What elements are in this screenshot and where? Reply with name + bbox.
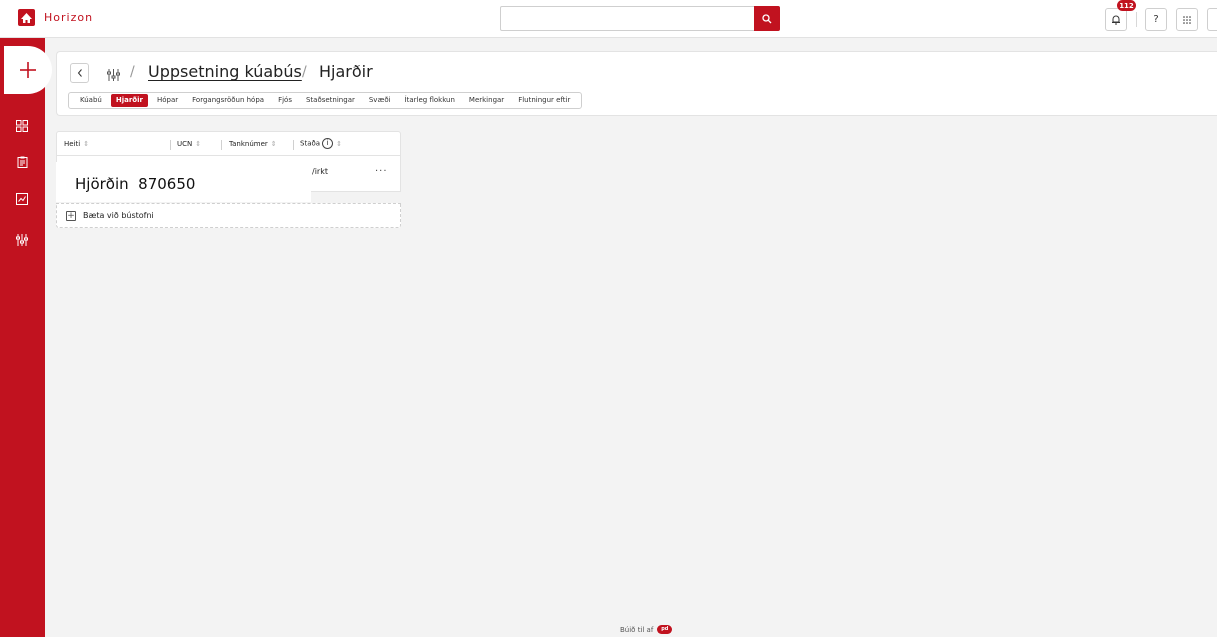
user-menu-button[interactable] [1207,8,1217,31]
column-header-status[interactable]: Staða i ⇕ [300,138,342,149]
sidebar [0,38,45,637]
vendor-logo-icon: pd [657,625,673,634]
column-header-tank-number[interactable]: Tanknúmer ⇕ [229,140,277,148]
column-divider [170,140,171,150]
notifications-button[interactable] [1105,8,1127,31]
tab-labels[interactable]: Merkingar [464,94,509,107]
tooltip-text: Hjörðin 870650 [75,175,196,193]
search-bar [500,6,780,31]
breadcrumb-separator: / [302,64,307,80]
tab-locations[interactable]: Staðsetningar [301,94,360,107]
sort-icon: ⇕ [83,140,90,148]
page-title: Hjarðir [319,62,373,81]
top-divider [1136,12,1137,27]
tab-barns[interactable]: Fjós [273,94,297,107]
sort-icon: ⇕ [195,140,202,148]
app-name[interactable]: Horizon [44,11,93,24]
column-header-ucn[interactable]: UCN ⇕ [177,140,201,148]
footer-text: Búið til af [620,625,654,634]
sidebar-item-reports[interactable] [14,191,30,207]
search-button[interactable] [754,6,780,31]
tab-areas[interactable]: Svæði [364,94,396,107]
settings-sliders-icon [107,66,120,85]
back-button[interactable] [70,63,89,83]
apps-grid-icon [1183,15,1191,24]
row-status: /irkt [312,167,328,176]
add-herd-label: Bæta við bústofni [83,211,154,220]
tab-advanced-classification[interactable]: Ítarleg flokkun [400,94,460,107]
chevron-left-icon [77,69,82,77]
sliders-icon [16,234,28,246]
breadcrumb-separator: / [130,64,135,80]
column-divider [293,140,294,150]
hover-tooltip: Hjörðin 870650 [56,162,311,202]
bell-icon [1112,15,1120,25]
top-bar: Horizon 112 ? [0,0,1217,38]
table-header: Heiti ⇕ UCN ⇕ Tanknúmer ⇕ Staða i ⇕ [56,131,401,156]
tab-herds[interactable]: Hjarðir [110,94,148,107]
add-herd-button[interactable]: + Bæta við bústofni [56,203,401,228]
footer: Búið til af pd [620,625,673,634]
clipboard-icon [17,156,27,168]
breadcrumb-link-farm-setup[interactable]: Uppsetning kúabús [148,62,302,81]
sidebar-item-settings[interactable] [14,232,30,248]
page-header: / Uppsetning kúabús / Hjarðir Kúabú Hjar… [56,51,1217,116]
dashboard-icon [16,120,28,132]
search-icon [762,13,772,23]
help-button[interactable]: ? [1145,8,1167,31]
horizon-logo-icon[interactable] [18,9,35,26]
tab-groups[interactable]: Hópar [152,94,183,107]
plus-icon [20,62,36,78]
sidebar-item-dashboard[interactable] [14,118,30,134]
sort-icon: ⇕ [270,140,277,148]
sidebar-item-tasks[interactable] [14,154,30,170]
search-input[interactable] [501,7,755,30]
create-new-button[interactable] [4,46,52,94]
tab-group-priority[interactable]: Forgangsröðun hópa [187,94,269,107]
column-divider [221,140,222,150]
tab-farm[interactable]: Kúabú [75,94,107,107]
tab-bar: Kúabú Hjarðir Hópar Forgangsröðun hópa F… [68,92,583,109]
row-more-options-button[interactable]: ··· [375,166,388,177]
column-header-name[interactable]: Heiti ⇕ [64,140,89,148]
add-square-icon: + [66,211,76,221]
notification-count-badge: 112 [1117,0,1136,11]
info-icon[interactable]: i [322,138,334,149]
apps-button[interactable] [1176,8,1198,31]
tab-transfer-after[interactable]: Flutningur eftir [513,94,575,107]
sort-icon: ⇕ [336,139,342,148]
chart-icon [16,193,28,205]
